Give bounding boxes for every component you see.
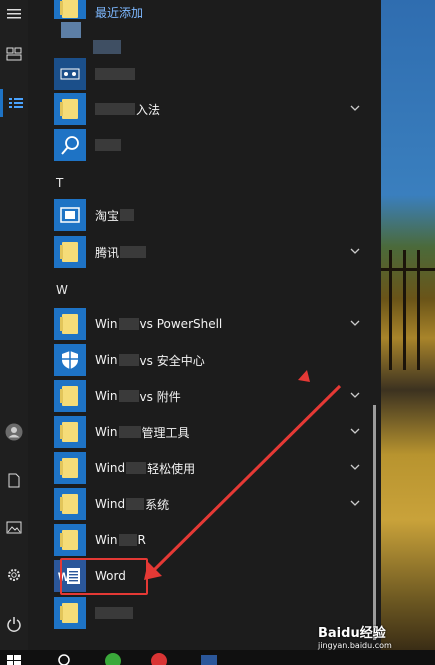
start-left-rail	[0, 0, 28, 650]
app-list-scrollbar[interactable]	[373, 405, 376, 640]
taskbar	[0, 650, 435, 665]
search-icon[interactable]	[56, 652, 74, 665]
watermark-url: jingyan.baidu.com	[318, 641, 392, 650]
red-arrow-annotation	[144, 370, 342, 580]
pictures-icon[interactable]	[0, 513, 28, 541]
tiles-view-icon[interactable]	[0, 40, 28, 68]
watermark-text: Baidu经验	[318, 626, 386, 641]
settings-gear-icon[interactable]	[0, 561, 28, 589]
documents-icon[interactable]	[0, 466, 28, 494]
desktop-wallpaper	[381, 0, 435, 650]
windows-start-icon[interactable]	[6, 652, 24, 665]
user-avatar-icon[interactable]	[0, 418, 28, 446]
power-icon[interactable]	[0, 610, 28, 638]
app-green-icon[interactable]	[104, 652, 122, 665]
app-red-icon[interactable]	[150, 652, 168, 665]
hamburger-menu-icon[interactable]	[0, 0, 28, 28]
word-taskbar-icon[interactable]	[200, 652, 218, 665]
all-apps-list: 最近添加 入法 T 淘宝 腾讯 W Win vs PowerShell Win …	[28, 0, 373, 650]
all-apps-list-icon[interactable]	[0, 89, 28, 117]
